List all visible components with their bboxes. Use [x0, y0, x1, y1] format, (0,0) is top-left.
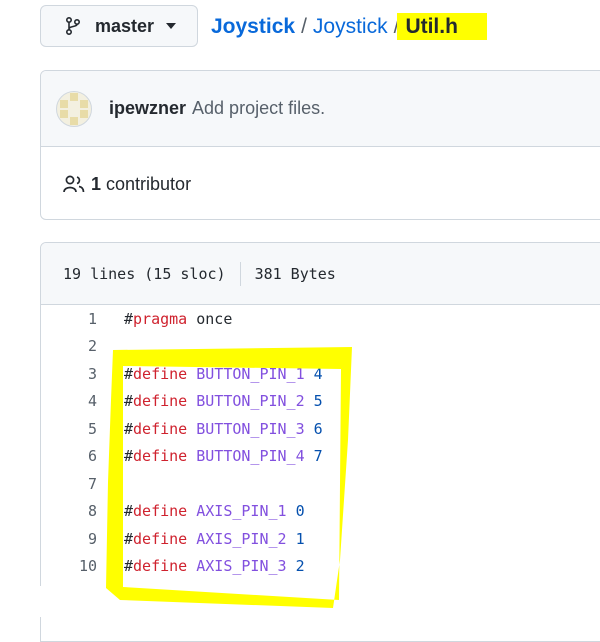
file-size: 381 Bytes — [254, 264, 336, 283]
code-line: 7 — [41, 470, 600, 498]
avatar[interactable] — [56, 90, 92, 127]
code-directive: #define — [124, 392, 188, 411]
breadcrumb-current-file: Util.h — [405, 15, 458, 38]
contributors-row[interactable]: 1 contributor — [41, 147, 600, 219]
branch-selector-button[interactable]: master — [40, 5, 198, 47]
code-text: #define BUTTON_PIN_3 6 — [97, 420, 323, 438]
code-value: 0 — [295, 502, 305, 521]
line-number[interactable]: 10 — [41, 557, 97, 575]
contributor-count: 1 — [91, 173, 102, 194]
code-value: 5 — [313, 392, 323, 411]
code-text: #pragma once — [97, 310, 232, 328]
line-number[interactable]: 8 — [41, 502, 97, 520]
commit-message-link[interactable]: Add project files. — [192, 98, 325, 119]
code-directive: #define — [124, 529, 188, 548]
code-line: 8 #define AXIS_PIN_1 0 — [41, 498, 600, 526]
code-line: 10 #define AXIS_PIN_3 2 — [41, 553, 600, 581]
latest-commit-box: ipewzner Add project files. 1 contributo… — [40, 70, 600, 220]
code-value: 4 — [313, 364, 323, 383]
divider — [239, 261, 241, 286]
commit-header: ipewzner Add project files. — [41, 71, 600, 147]
breadcrumb: Joystick/Joystick/Util.h — [211, 13, 458, 41]
file-info-bar: 19 lines (15 sloc) 381 Bytes — [41, 243, 600, 305]
line-number[interactable]: 5 — [41, 420, 97, 438]
breadcrumb-repo-link[interactable]: Joystick — [211, 15, 295, 38]
code-identifier: AXIS_PIN_3 — [196, 557, 287, 576]
code-text: #define BUTTON_PIN_1 4 — [97, 365, 323, 383]
line-number[interactable]: 4 — [41, 392, 97, 410]
code-identifier: AXIS_PIN_2 — [196, 529, 287, 548]
code-text: #define BUTTON_PIN_2 5 — [97, 392, 323, 410]
code-identifier: BUTTON_PIN_2 — [196, 392, 305, 411]
code-identifier: once — [196, 309, 233, 328]
code-line: 6 #define BUTTON_PIN_4 7 — [41, 443, 600, 471]
code-directive: #define — [124, 557, 188, 576]
line-number[interactable]: 2 — [41, 337, 97, 355]
code-text: #define AXIS_PIN_3 2 — [97, 557, 305, 575]
code-line: 3 #define BUTTON_PIN_1 4 — [41, 360, 600, 388]
code-directive: #define — [124, 502, 188, 521]
code-value: 1 — [295, 529, 305, 548]
file-viewer: 19 lines (15 sloc) 381 Bytes 1 #pragma on… — [40, 242, 600, 642]
code-line: 1 #pragma once — [41, 305, 600, 333]
contributor-label: contributor — [106, 173, 192, 194]
breadcrumb-separator: / — [301, 15, 307, 38]
code-listing: 1 #pragma once 2 3 #define BUTTON_PIN_1 4 4 #d… — [41, 305, 600, 608]
code-identifier: AXIS_PIN_1 — [196, 502, 287, 521]
line-number[interactable]: 3 — [41, 365, 97, 383]
branch-label: master — [95, 15, 155, 36]
code-line: 4 #define BUTTON_PIN_2 5 — [41, 388, 600, 416]
commit-author-link[interactable]: ipewzner — [109, 98, 186, 119]
code-line: 5 #define BUTTON_PIN_3 6 — [41, 415, 600, 443]
code-text: #define AXIS_PIN_2 1 — [97, 530, 305, 548]
code-directive: #define — [124, 364, 188, 383]
code-value: 6 — [313, 419, 323, 438]
line-number[interactable]: 9 — [41, 530, 97, 548]
code-line: 9 #define AXIS_PIN_2 1 — [41, 525, 600, 553]
code-value: 7 — [313, 447, 323, 466]
code-directive: #define — [124, 419, 188, 438]
line-number[interactable]: 7 — [41, 475, 97, 493]
code-directive: #pragma — [124, 309, 188, 328]
code-line: 2 — [41, 333, 600, 361]
chevron-down-icon — [166, 23, 177, 29]
line-count: 19 lines (15 sloc) — [63, 264, 226, 283]
line-number[interactable]: 6 — [41, 447, 97, 465]
code-directive: #define — [124, 447, 188, 466]
code-text: #define BUTTON_PIN_4 7 — [97, 447, 323, 465]
code-text: #define AXIS_PIN_1 0 — [97, 502, 305, 520]
people-icon — [63, 175, 85, 193]
screenshot-crop-edge — [0, 586, 600, 617]
git-branch-icon — [66, 17, 81, 35]
code-identifier: BUTTON_PIN_1 — [196, 364, 305, 383]
code-identifier: BUTTON_PIN_3 — [196, 419, 305, 438]
code-identifier: BUTTON_PIN_4 — [196, 447, 305, 466]
line-number[interactable]: 1 — [41, 310, 97, 328]
code-value: 2 — [295, 557, 305, 576]
breadcrumb-folder-link[interactable]: Joystick — [313, 15, 388, 38]
